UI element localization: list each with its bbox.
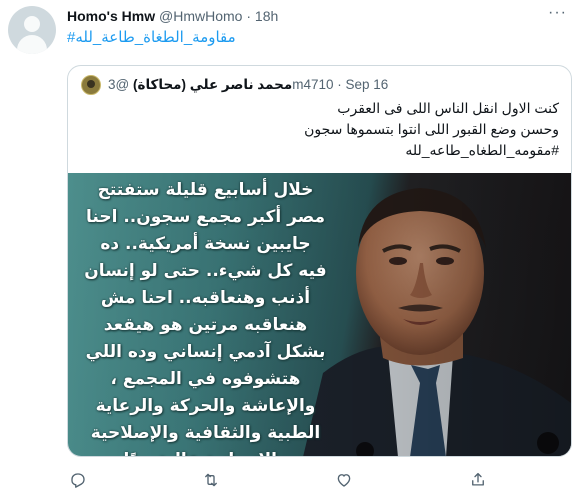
retweet-icon (205, 473, 217, 487)
caption-line: الطبية والثقافية والإصلاحية (90, 423, 321, 443)
caption-line: والإعاشة والحركة والرعاية (95, 396, 316, 416)
tweet-hashtag[interactable]: #مقاومة_الطغاة_طاعة_لله (67, 28, 236, 48)
quoted-hashtag: #مقومه_الطغاه_طاعه_لله (405, 142, 559, 158)
caption-line: فيه كل شيء.. حتى لو إنسان (84, 261, 327, 281)
quoted-separator: · (337, 77, 342, 92)
default-avatar-body (17, 35, 47, 54)
quoted-text: كنت الاول انقل الناس اللى فى العقرب وحسن… (89, 98, 559, 161)
quoted-line: كنت الاول انقل الناس اللى فى العقرب (337, 100, 559, 116)
tweet[interactable]: Homo's Hmw @HmwHomo · 18h ··· #مقاومة_ال… (0, 0, 585, 499)
like-button[interactable] (335, 469, 353, 491)
caption-line: خلال أسابيع قليلة ستفتتح (97, 180, 314, 200)
quoted-date: Sep 16 (345, 77, 389, 92)
more-horizontal-icon[interactable]: ··· (548, 4, 567, 22)
handle[interactable]: @HmwHomo (159, 8, 242, 24)
quoted-header: محمد ناصر علي (محاكاة) @3m4710 · Sep 16 (108, 76, 388, 94)
quoted-avatar[interactable] (81, 75, 101, 95)
caption-line: مصر أكبر مجمع سجون.. احنا (86, 207, 325, 227)
caption-line: والإنسانية عالية جدًا (68, 447, 343, 456)
separator: · (246, 8, 252, 24)
caption-line: جايبين نسخة أمريكية.. ده (100, 234, 311, 254)
caption-line: أذنب وهنعاقبه.. احنا مش (100, 288, 311, 308)
image-caption: خلال أسابيع قليلة ستفتتح مصر أكبر مجمع س… (68, 173, 343, 456)
tweet-header: Homo's Hmw @HmwHomo · 18h (67, 7, 278, 25)
timestamp[interactable]: 18h (255, 8, 278, 24)
display-name[interactable]: Homo's Hmw (67, 8, 155, 24)
like-icon (337, 474, 351, 487)
reply-button[interactable] (69, 469, 87, 491)
quoted-tweet[interactable]: محمد ناصر علي (محاكاة) @3m4710 · Sep 16 … (67, 65, 572, 457)
tweet-actions (67, 466, 572, 496)
quoted-line: وحسن وضع القبور اللى انتوا بتسموها سجون (304, 121, 559, 137)
share-icon (472, 472, 484, 486)
quoted-display-name: محمد ناصر علي (محاكاة) (133, 77, 293, 92)
caption-line: هتشوفوه في المجمع ، (110, 369, 301, 389)
retweet-button[interactable] (202, 469, 220, 491)
reply-icon (71, 473, 85, 488)
caption-line: بشكل آدمي إنساني وده اللي (85, 342, 326, 362)
caption-line: هنعاقبه مرتين هو هيقعد (103, 315, 308, 335)
share-button[interactable] (469, 469, 487, 491)
quoted-image[interactable]: خلال أسابيع قليلة ستفتتح مصر أكبر مجمع س… (68, 173, 571, 456)
default-avatar-head (24, 16, 40, 32)
avatar[interactable] (8, 6, 56, 54)
